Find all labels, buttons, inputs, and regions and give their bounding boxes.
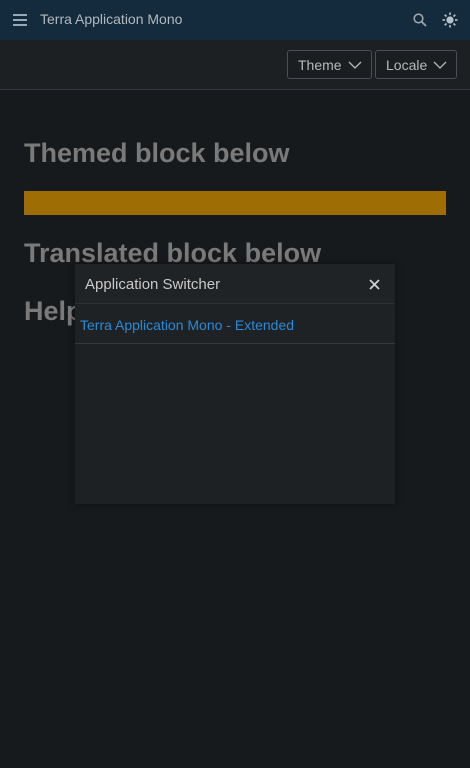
settings-button[interactable] [439,9,461,31]
popup-header: Application Switcher [75,264,395,304]
toolbar: Theme Locale [0,40,470,90]
locale-select-label: Locale [386,56,428,73]
theme-select[interactable]: Theme [287,50,372,79]
search-button[interactable] [409,9,431,31]
menu-button[interactable] [9,9,31,31]
themed-heading: Themed block below [24,138,290,168]
locale-select[interactable]: Locale [375,50,457,79]
app-title[interactable]: Terra Application Mono [40,11,182,27]
themed-block [24,191,446,215]
sun-icon [442,12,458,28]
close-icon [368,278,380,290]
application-link[interactable]: Terra Application Mono - Extended [80,317,294,333]
application-switcher-popup: Application Switcher Terra Application M… [75,264,395,504]
menu-icon [13,14,27,26]
theme-select-label: Theme [298,56,342,73]
popup-title: Application Switcher [85,276,221,293]
help-heading: Help [24,296,83,326]
search-icon [413,13,427,27]
close-button[interactable] [365,275,383,293]
list-item[interactable]: Terra Application Mono - Extended [75,305,395,344]
chevron-down-icon [348,61,362,69]
chevron-down-icon [433,61,447,69]
app-header: Terra Application Mono [0,0,470,40]
